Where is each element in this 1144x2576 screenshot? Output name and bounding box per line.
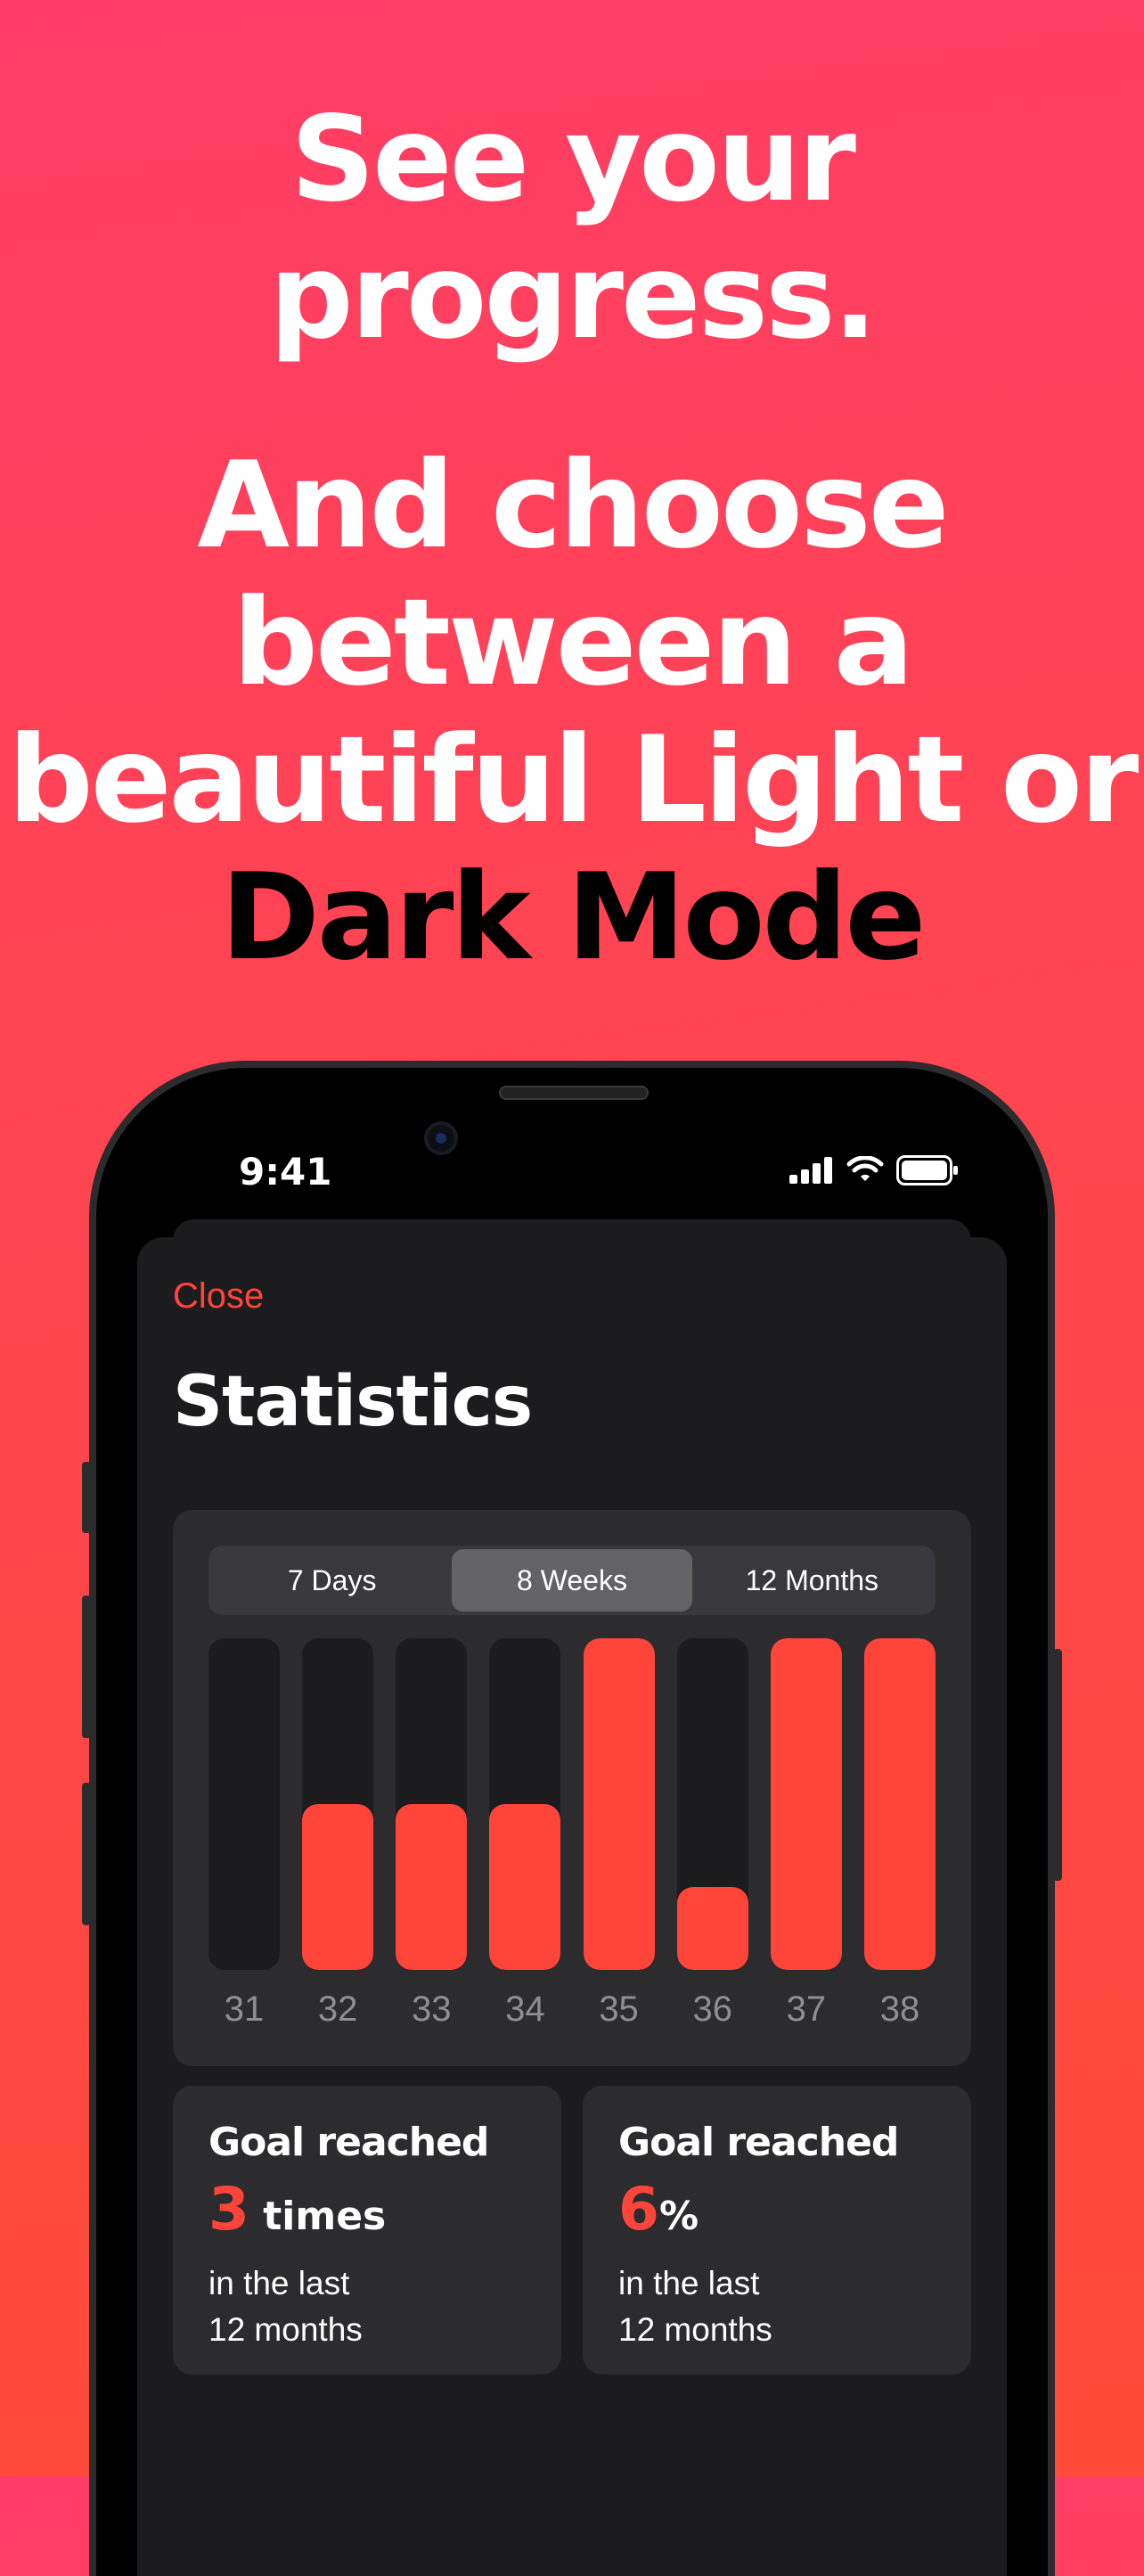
- close-button[interactable]: Close: [173, 1276, 264, 1317]
- x-tick-label: 33: [412, 1989, 452, 2029]
- volume-up-button: [82, 1596, 91, 1738]
- chart-card: 7 Days 8 Weeks 12 Months 31 32 33 34 35 36 37 3…: [173, 1510, 971, 2066]
- bar-track-35: [583, 1638, 655, 1970]
- stat-unit: %: [658, 2194, 699, 2239]
- bar-track-36: [676, 1638, 748, 1970]
- headline-see-progress: See your progress.: [269, 91, 878, 365]
- stat-desc-line1: in the last: [208, 2265, 350, 2301]
- power-button: [1053, 1649, 1062, 1881]
- statistics-sheet: Close Statistics 7 Days 8 Weeks 12 Month…: [137, 1237, 1007, 2576]
- x-tick-label: 37: [786, 1989, 827, 2029]
- stat-description: in the last 12 months: [618, 2260, 957, 2353]
- bar-track-34: [489, 1638, 561, 1970]
- x-tick-label: 35: [599, 1989, 639, 2029]
- phone-screen: 9:41 Close Statistics 7 Days 8 Weeks 12 …: [96, 1068, 1048, 2576]
- stat-description: in the last 12 months: [208, 2260, 547, 2353]
- stat-card-percent: Goal reached 6% in the last 12 months: [583, 2086, 971, 2375]
- stat-number: 6: [618, 2175, 659, 2244]
- front-camera: [424, 1121, 458, 1155]
- x-tick-label: 36: [692, 1989, 732, 2029]
- headline-choose-mode: And choose between a beautiful Light or …: [0, 437, 1144, 986]
- bar-track-32: [302, 1638, 374, 1970]
- bar-34: [489, 1804, 561, 1970]
- headline-choose-text: And choose between a beautiful Light or: [7, 436, 1139, 849]
- bar-track-38: [864, 1638, 936, 1970]
- x-tick-label: 38: [879, 1989, 920, 2029]
- bar-33: [396, 1804, 468, 1970]
- range-segmented-control: 7 Days 8 Weeks 12 Months: [208, 1546, 936, 1615]
- stat-title: Goal reached: [208, 2120, 489, 2165]
- bar-track-31: [208, 1638, 280, 1970]
- x-tick-label: 31: [224, 1989, 265, 2029]
- wifi-icon: [846, 1156, 884, 1181]
- stat-desc-line2: 12 months: [618, 2311, 772, 2348]
- bar-track-33: [396, 1638, 468, 1970]
- bar-37: [770, 1638, 842, 1970]
- stat-card-times: Goal reached 3 times in the last 12 mont…: [173, 2086, 561, 2375]
- bar-38: [864, 1638, 936, 1970]
- headline-dark-mode: Dark Mode: [220, 848, 927, 987]
- x-tick-label: 34: [505, 1989, 545, 2029]
- volume-down-button: [82, 1783, 91, 1925]
- segment-12-months[interactable]: 12 Months: [692, 1549, 932, 1612]
- battery-icon: [896, 1155, 958, 1185]
- stat-title: Goal reached: [618, 2120, 899, 2165]
- phone-frame: 9:41 Close Statistics 7 Days 8 Weeks 12 …: [82, 1061, 1062, 2576]
- stat-unit: times: [249, 2194, 387, 2239]
- x-tick-label: 32: [317, 1989, 358, 2029]
- segment-7-days[interactable]: 7 Days: [212, 1549, 452, 1612]
- mute-switch: [82, 1462, 91, 1533]
- bar-36: [676, 1887, 748, 1970]
- status-time: 9:41: [239, 1150, 332, 1194]
- bar-chart: [208, 1638, 936, 1970]
- stat-desc-line1: in the last: [618, 2265, 760, 2301]
- stat-value: 6%: [618, 2175, 699, 2244]
- bar-32: [302, 1804, 374, 1970]
- stat-desc-line2: 12 months: [208, 2311, 363, 2348]
- earpiece: [499, 1086, 649, 1100]
- bar-track-37: [770, 1638, 842, 1970]
- stat-value: 3 times: [208, 2175, 386, 2244]
- segment-8-weeks[interactable]: 8 Weeks: [452, 1549, 692, 1612]
- bar-35: [583, 1638, 655, 1970]
- cellular-signal-icon: [789, 1157, 832, 1184]
- stat-number: 3: [208, 2175, 249, 2244]
- page-title: Statistics: [173, 1362, 533, 1442]
- status-icons: [789, 1155, 959, 1185]
